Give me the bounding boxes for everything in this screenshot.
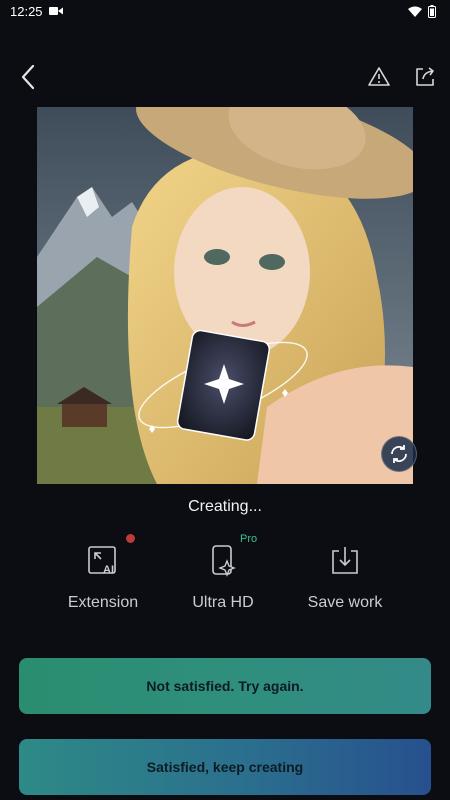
portrait-illustration <box>37 107 413 484</box>
pro-badge: Pro <box>240 533 258 545</box>
app-bar <box>0 56 450 100</box>
save-work-label: Save work <box>307 594 383 611</box>
ultra-hd-button[interactable]: Ultra HD <box>163 543 283 612</box>
svg-text:AI: AI <box>103 564 114 576</box>
video-camera-icon <box>48 7 63 15</box>
status-time: 12:25 <box>10 3 43 19</box>
back-button[interactable] <box>14 62 44 92</box>
ultra-hd-label: Ultra HD <box>192 594 254 611</box>
report-button[interactable] <box>366 64 392 90</box>
wifi-icon <box>408 6 422 17</box>
ai-expand-icon: AI <box>88 546 116 576</box>
status-left: 12:25 <box>10 4 63 19</box>
try-again-button[interactable]: Not satisfied. Try again. <box>19 658 431 714</box>
extension-button[interactable]: AI Extension <box>43 543 163 612</box>
creating-status: Creating... <box>188 498 262 515</box>
generated-image <box>37 107 413 484</box>
battery-icon <box>428 4 436 18</box>
extension-label: Extension <box>67 594 139 611</box>
refresh-button[interactable] <box>381 436 417 472</box>
notification-dot <box>126 534 135 543</box>
phone-sparkle-icon <box>212 545 236 577</box>
share-button[interactable] <box>412 64 438 90</box>
save-work-button[interactable]: Save work <box>285 543 405 612</box>
status-bar: 12:25 <box>0 0 450 22</box>
keep-creating-button[interactable]: Satisfied, keep creating <box>19 739 431 795</box>
download-icon <box>332 547 358 574</box>
status-right <box>408 4 436 18</box>
refresh-icon <box>391 445 407 463</box>
